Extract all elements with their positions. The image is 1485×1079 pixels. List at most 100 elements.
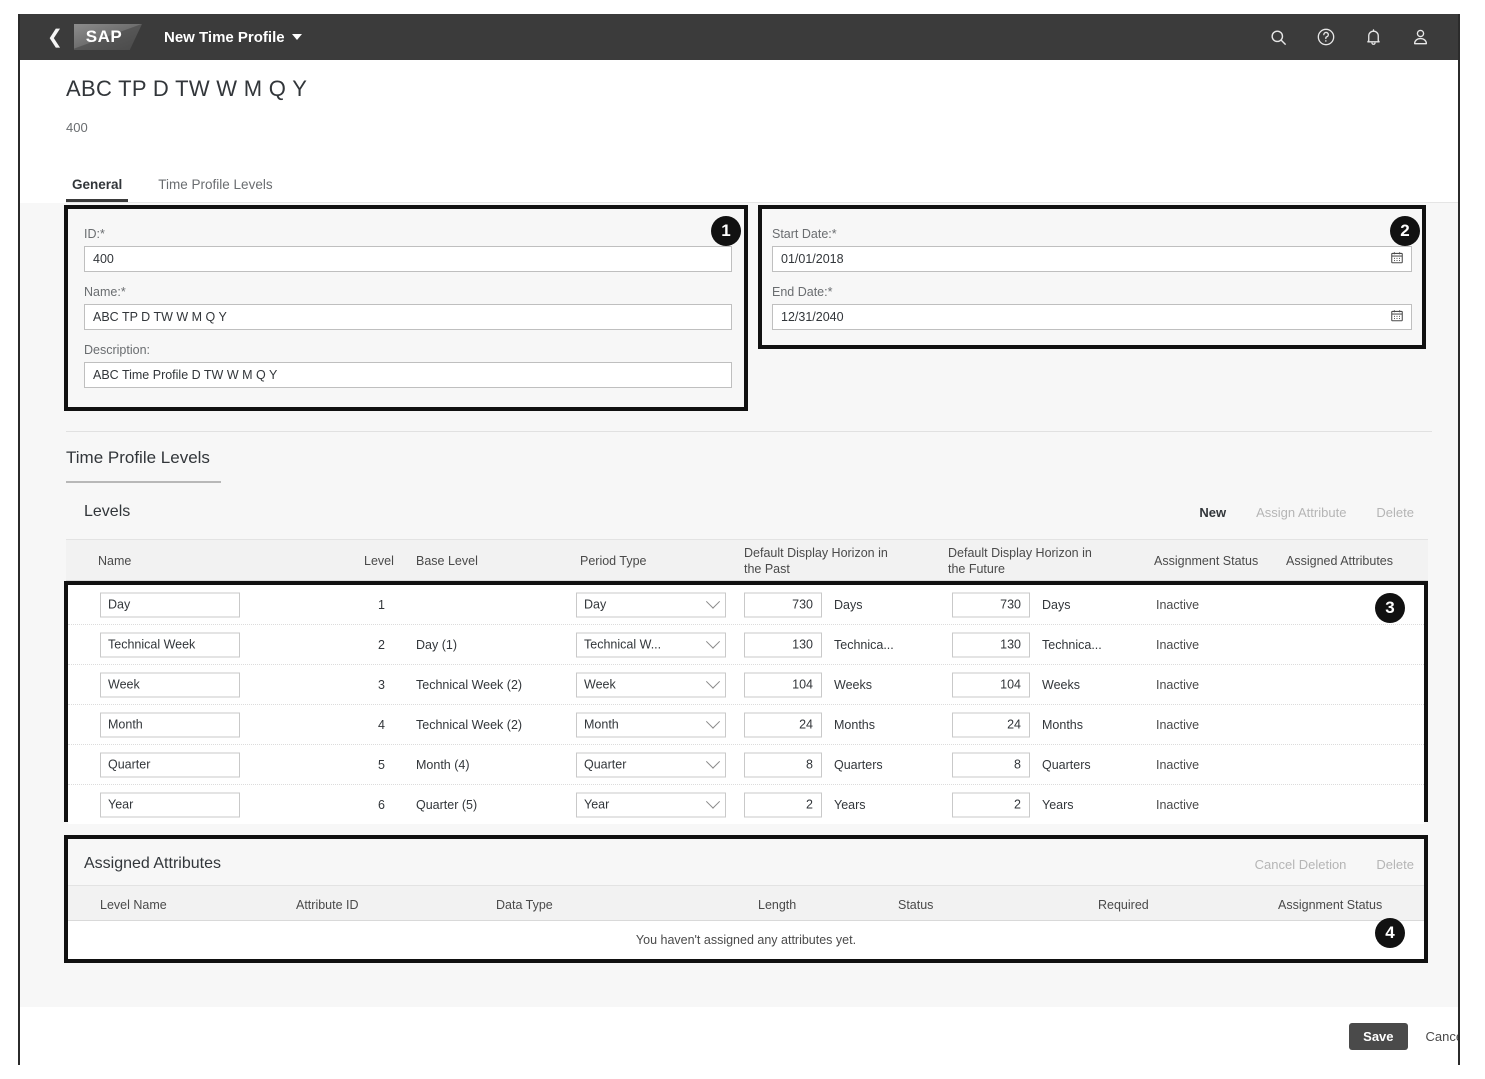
horizon-past-unit: Months (834, 718, 875, 732)
horizon-future-input[interactable]: 24 (952, 712, 1030, 737)
annotation-badge-1: 1 (711, 216, 741, 246)
id-input[interactable]: 400 (84, 246, 732, 272)
period-type-select[interactable]: Day (576, 592, 726, 617)
delete-attribute-button[interactable]: Delete (1376, 857, 1414, 872)
table-row[interactable]: Day 1 Day 730 Days 730 Days Inactive (68, 585, 1424, 625)
calendar-icon[interactable] (1390, 309, 1404, 326)
page-title: ABC TP D TW W M Q Y (66, 76, 1458, 102)
assignment-status: Inactive (1156, 718, 1199, 732)
level-name-input[interactable]: Year (100, 792, 240, 817)
level-number: 5 (378, 758, 385, 772)
shell-icon-group (1269, 27, 1444, 47)
id-field-group: ID:* 400 (84, 227, 732, 272)
section-divider (66, 431, 1432, 432)
start-date-label: Start Date:* (772, 227, 1412, 241)
period-type-select[interactable]: Quarter (576, 752, 726, 777)
levels-table-body: Day 1 Day 730 Days 730 Days Inactive Tec… (68, 585, 1424, 818)
period-type-value: Month (584, 718, 619, 732)
period-type-select[interactable]: Week (576, 672, 726, 697)
search-icon[interactable] (1269, 28, 1288, 47)
name-input[interactable]: ABC TP D TW W M Q Y (84, 304, 732, 330)
page-content: 1 ID:* 400 Name:* ABC TP D TW W M Q Y De… (20, 203, 1458, 1039)
horizon-past-input[interactable]: 8 (744, 752, 822, 777)
help-icon[interactable] (1316, 27, 1336, 47)
col-assigned-attributes: Assigned Attributes (1286, 553, 1393, 569)
name-field-group: Name:* ABC TP D TW W M Q Y (84, 285, 732, 330)
col-required: Required (1098, 897, 1149, 913)
level-name-input[interactable]: Technical Week (100, 632, 240, 657)
col-period-type: Period Type (580, 553, 646, 569)
assign-attribute-button[interactable]: Assign Attribute (1256, 505, 1346, 520)
table-row[interactable]: Technical Week 2 Day (1) Technical W... … (68, 625, 1424, 665)
start-date-input[interactable]: 01/01/2018 (772, 246, 1412, 272)
horizon-future-unit: Years (1042, 798, 1074, 812)
levels-table-caption: Levels (84, 503, 130, 521)
calendar-icon[interactable] (1390, 251, 1404, 268)
base-level-value: Technical Week (2) (416, 718, 522, 732)
table-row[interactable]: Quarter 5 Month (4) Quarter 8 Quarters 8… (68, 745, 1424, 785)
cancel-button[interactable]: Cancel (1426, 1029, 1460, 1044)
horizon-past-input[interactable]: 730 (744, 592, 822, 617)
annotation-badge-2: 2 (1390, 216, 1420, 246)
horizon-future-input[interactable]: 8 (952, 752, 1030, 777)
col-attribute-id: Attribute ID (296, 897, 359, 913)
cancel-deletion-button[interactable]: Cancel Deletion (1255, 857, 1347, 872)
page-footer: Save Cancel (20, 1007, 1458, 1065)
horizon-future-input[interactable]: 730 (952, 592, 1030, 617)
col-data-type: Data Type (496, 897, 553, 913)
back-icon[interactable]: ❮ (42, 28, 68, 47)
level-name-input[interactable]: Month (100, 712, 240, 737)
notifications-icon[interactable] (1364, 27, 1383, 47)
tab-general[interactable]: General (66, 177, 128, 202)
period-type-value: Technical W... (584, 638, 661, 652)
horizon-past-unit: Years (834, 798, 866, 812)
period-type-select[interactable]: Month (576, 712, 726, 737)
app-title-menu[interactable]: New Time Profile (164, 29, 302, 46)
table-row[interactable]: Month 4 Technical Week (2) Month 24 Mont… (68, 705, 1424, 745)
end-date-input[interactable]: 12/31/2040 (772, 304, 1412, 330)
horizon-future-input[interactable]: 2 (952, 792, 1030, 817)
user-avatar-icon[interactable] (1411, 27, 1430, 47)
tab-time-profile-levels[interactable]: Time Profile Levels (152, 177, 278, 202)
end-date-value: 12/31/2040 (781, 310, 844, 324)
start-date-value: 01/01/2018 (781, 252, 844, 266)
delete-level-button[interactable]: Delete (1376, 505, 1414, 520)
horizon-future-input[interactable]: 130 (952, 632, 1030, 657)
horizon-past-unit: Weeks (834, 678, 872, 692)
col-assignment-status: Assignment Status (1154, 553, 1258, 569)
horizon-past-input[interactable]: 104 (744, 672, 822, 697)
level-name-input[interactable]: Day (100, 592, 240, 617)
app-title: New Time Profile (164, 29, 285, 46)
col-horizon-past: Default Display Horizon in the Past (744, 545, 904, 577)
horizon-future-unit: Days (1042, 598, 1070, 612)
table-row[interactable]: Week 3 Technical Week (2) Week 104 Weeks… (68, 665, 1424, 705)
new-level-button[interactable]: New (1199, 505, 1226, 520)
assigned-attributes-caption: Assigned Attributes (84, 855, 221, 873)
level-name-input[interactable]: Week (100, 672, 240, 697)
object-page-header: ABC TP D TW W M Q Y 400 General Time Pro… (20, 60, 1458, 203)
horizon-past-input[interactable]: 24 (744, 712, 822, 737)
level-name-input[interactable]: Quarter (100, 752, 240, 777)
assigned-attributes-toolbar: Assigned Attributes Cancel Deletion Dele… (84, 855, 1414, 873)
description-input[interactable]: ABC Time Profile D TW W M Q Y (84, 362, 732, 388)
period-type-value: Quarter (584, 758, 626, 772)
horizon-future-unit: Weeks (1042, 678, 1080, 692)
table-row[interactable]: Year 6 Quarter (5) Year 2 Years 2 Years … (68, 785, 1424, 824)
id-label: ID:* (84, 227, 732, 241)
start-date-field-group: Start Date:* 01/01/2018 (772, 227, 1412, 272)
period-type-select[interactable]: Year (576, 792, 726, 817)
horizon-past-unit: Technica... (834, 638, 894, 652)
horizon-past-unit: Quarters (834, 758, 883, 772)
col-level: Level (364, 553, 394, 569)
horizon-future-input[interactable]: 104 (952, 672, 1030, 697)
horizon-past-input[interactable]: 130 (744, 632, 822, 657)
base-level-value: Day (1) (416, 638, 457, 652)
levels-table-toolbar: Levels New Assign Attribute Delete (84, 503, 1414, 521)
period-type-value: Day (584, 598, 606, 612)
period-type-select[interactable]: Technical W... (576, 632, 726, 657)
horizon-future-unit: Technica... (1042, 638, 1102, 652)
horizon-past-input[interactable]: 2 (744, 792, 822, 817)
save-button[interactable]: Save (1349, 1023, 1407, 1050)
end-date-label: End Date:* (772, 285, 1412, 299)
time-profile-levels-section-title: Time Profile Levels (66, 448, 210, 468)
